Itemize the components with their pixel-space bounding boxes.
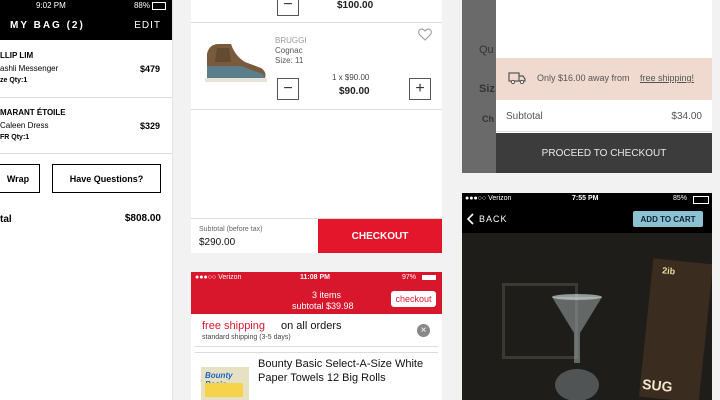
all-orders-text: on all orders <box>281 320 342 332</box>
product-brand: BRUGGI <box>275 36 307 45</box>
item-price: $100.00 <box>337 0 374 11</box>
item-meta: ze Qty:1 <box>0 77 28 84</box>
book-title-top: 2ib <box>661 265 676 277</box>
product-photo-panel: ●●●○○ Verizon 7:55 PM 85% BACK ADD TO CA… <box>462 193 712 400</box>
cart-subtotal: subtotal $39.98 <box>292 301 354 311</box>
item-price: $479 <box>139 64 160 74</box>
decrease-qty-button[interactable]: − <box>277 0 299 16</box>
status-carrier: ●●●○○ Verizon <box>195 274 242 281</box>
status-time: 7:55 PM <box>572 195 599 202</box>
divider <box>191 109 442 110</box>
product-size: Size: 11 <box>275 56 304 65</box>
qty-line: 1 x $90.00 <box>332 73 370 82</box>
status-bar: 9:02 PM 88% <box>0 0 172 11</box>
heart-icon[interactable] <box>418 28 432 46</box>
shipping-banner: free shipping on all orders standard shi… <box>195 314 438 347</box>
status-time: 11:08 PM <box>300 274 330 281</box>
edit-button[interactable]: EDIT <box>134 20 161 31</box>
status-bar: ●●●○○ Verizon 7:55 PM 85% <box>462 193 712 207</box>
bag-header: MY BAG (2) EDIT <box>0 11 172 40</box>
total-label: tal <box>0 214 12 225</box>
book-cover-image: 2ib SUG <box>638 258 712 400</box>
subtotal-value: $34.00 <box>671 111 702 122</box>
decrease-qty-button[interactable]: − <box>277 78 299 100</box>
battery-level: 85% <box>673 195 688 202</box>
item-brand: MARANT ÉTOILE <box>0 108 66 117</box>
truck-icon <box>508 71 526 90</box>
product-title: Bounty Basic Select-A-Size White Paper T… <box>258 358 424 384</box>
choose-label: Ch <box>482 114 494 124</box>
size-label: Siz <box>479 83 495 95</box>
back-button[interactable]: BACK <box>479 214 508 224</box>
glass-funnel-image <box>552 294 602 400</box>
free-shipping-banner: Only $16.00 away from free shipping! <box>496 58 712 100</box>
my-bag-panel: 9:02 PM 88% MY BAG (2) EDIT LLIP LIM ash… <box>0 0 173 400</box>
item-meta: FR Qty:1 <box>0 134 30 141</box>
qty-label: Qu <box>479 44 494 56</box>
battery-level: 88% <box>133 1 150 10</box>
battery-icon <box>422 275 436 280</box>
item-price: $329 <box>139 121 160 131</box>
standard-shipping-text: standard shipping (3-5 days) <box>202 334 291 341</box>
status-time: 9:02 PM <box>36 1 66 10</box>
free-shipping-link[interactable]: free shipping! <box>640 73 694 83</box>
total-value: $808.00 <box>124 213 161 224</box>
status-carrier: ●●●○○ Verizon <box>465 195 512 202</box>
battery-level: 97% <box>402 274 417 281</box>
add-to-cart-button[interactable]: ADD TO CART <box>633 211 703 227</box>
product-color: Cognac <box>275 46 303 55</box>
divider <box>496 131 712 132</box>
proceed-to-checkout-button[interactable]: PROCEED TO CHECKOUT <box>496 133 712 173</box>
cart-item[interactable]: Bounty Basic Bounty Basic Select-A-Size … <box>195 352 438 400</box>
checkout-drawer-panel: Qu Siz Ch Only $16.00 away from free shi… <box>462 0 712 173</box>
line-total: $90.00 <box>339 86 370 97</box>
product-photo: 2ib SUG <box>462 233 712 400</box>
nav-bar: BACK ADD TO CART <box>462 207 712 233</box>
paper-towel-image: Bounty Basic <box>201 367 249 400</box>
gift-wrap-button[interactable]: Wrap <box>0 164 40 193</box>
book-title-bottom: SUG <box>641 375 674 395</box>
free-shipping-text: free shipping <box>202 320 265 332</box>
item-brand: LLIP LIM <box>0 51 34 60</box>
battery-icon <box>152 2 166 10</box>
cart-drawer: Only $16.00 away from free shipping! Sub… <box>496 0 712 173</box>
divider <box>0 97 172 98</box>
item-count: 3 items <box>312 290 342 300</box>
subtotal-label: Subtotal (before tax) <box>199 226 263 233</box>
subtotal-value: $290.00 <box>199 237 236 248</box>
subtotal-label: Subtotal <box>506 111 543 122</box>
background-page: Qu Siz Ch <box>462 0 496 173</box>
divider <box>191 22 442 23</box>
close-icon[interactable]: × <box>417 324 430 337</box>
checkout-button[interactable]: checkout <box>391 291 436 307</box>
product-package <box>205 383 243 397</box>
item-name: ashli Messenger <box>0 64 59 73</box>
checkout-button[interactable]: CHECKOUT <box>318 219 442 253</box>
divider <box>0 153 172 154</box>
shoe-image <box>201 36 269 86</box>
cart-panel: − $100.00 BRUGGI Cognac Size: 11 − 1 x $… <box>191 0 442 253</box>
chevron-left-icon[interactable] <box>466 212 474 230</box>
mini-cart-panel: ●●●○○ Verizon 11:08 PM 97% 3 items subto… <box>191 272 442 400</box>
item-name: Caleen Dress <box>0 121 49 130</box>
bag-title: MY BAG (2) <box>10 20 85 31</box>
have-questions-button[interactable]: Have Questions? <box>52 164 161 193</box>
increase-qty-button[interactable]: + <box>409 78 431 100</box>
battery-icon <box>693 196 709 204</box>
shipping-message: Only $16.00 away from <box>537 73 630 83</box>
